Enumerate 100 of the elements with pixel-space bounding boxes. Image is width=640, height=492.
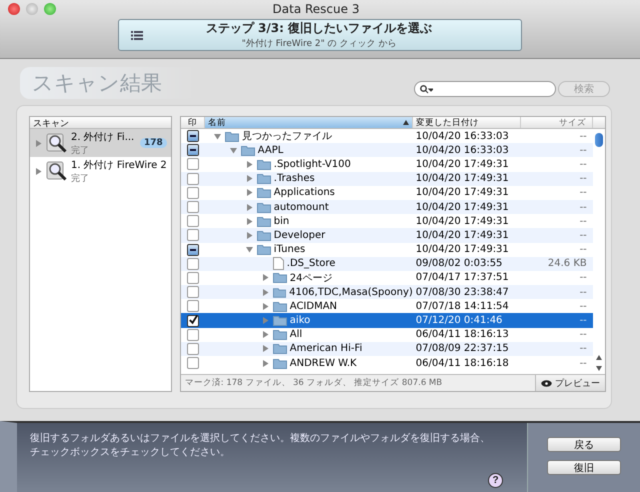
magnifier-drive-icon [46, 160, 68, 182]
document-icon [272, 257, 284, 270]
checkbox[interactable] [186, 286, 199, 298]
checkbox[interactable] [186, 201, 199, 214]
disclosure-triangle-icon[interactable] [260, 360, 270, 367]
file-name: iTunes [274, 244, 306, 256]
disclosure-triangle-icon[interactable] [244, 246, 254, 254]
modified-date: 10/04/20 17:49:31 [414, 216, 510, 227]
file-size: -- [578, 187, 588, 198]
checkbox[interactable] [186, 272, 199, 284]
disclosure-triangle-icon[interactable] [260, 288, 270, 296]
file-name: bin [274, 216, 290, 227]
disclosure-triangle-icon[interactable] [244, 189, 254, 196]
scroll-arrows-icon[interactable] [594, 354, 603, 372]
scan-item[interactable]: 1. 外付け FireWire 2 完了 [30, 157, 171, 185]
modified-date: 07/12/20 0:41:46 [414, 315, 504, 326]
disclosure-triangle-icon[interactable] [260, 345, 270, 352]
disclosure-triangle-icon[interactable] [244, 204, 254, 211]
modified-date: 10/04/20 17:49:31 [414, 158, 510, 170]
checkbox[interactable] [186, 300, 199, 312]
search-icon [420, 84, 433, 94]
checkbox[interactable] [186, 229, 199, 242]
action-button[interactable]: 戻る [547, 437, 621, 452]
file-name: 24ページ [290, 272, 333, 285]
close-button[interactable] [8, 3, 20, 15]
scan-status: 完了 [71, 144, 90, 156]
instruction-text: 復旧するフォルダあるいはファイルを選択してください。複数のファイルやフォルダを復旧する場合、チェックボックスをチェックしてください。 [30, 433, 490, 458]
modified-date: 06/04/11 18:16:18 [414, 358, 510, 369]
checkbox[interactable] [186, 158, 199, 170]
disclosure-triangle-icon[interactable] [244, 218, 254, 225]
file-size: -- [578, 329, 588, 340]
file-size: -- [578, 286, 588, 298]
file-size: -- [578, 202, 588, 213]
disclosure-triangle-icon[interactable] [212, 132, 222, 140]
folder-icon [272, 286, 286, 298]
search-field[interactable] [414, 81, 556, 97]
disclosure-triangle-icon[interactable] [34, 140, 43, 146]
file-size: 24.6 KB [546, 258, 588, 270]
folder-icon [272, 343, 287, 354]
checkbox[interactable] [186, 357, 199, 370]
file-size: -- [578, 230, 588, 241]
checkbox[interactable] [186, 314, 199, 327]
disclosure-triangle-icon[interactable] [228, 146, 238, 154]
file-name: Applications [274, 187, 335, 198]
disclosure-triangle-icon[interactable] [244, 175, 254, 182]
file-name: ANDREW W.K [290, 358, 357, 369]
file-name: Developer [274, 230, 326, 241]
zoom-button[interactable] [44, 3, 56, 15]
file-count-badge: 178 [140, 138, 167, 148]
disclosure-triangle-icon[interactable] [244, 232, 254, 239]
file-size: -- [578, 130, 588, 142]
modified-date: 10/04/20 17:49:31 [414, 202, 510, 213]
sort-arrow-icon [402, 120, 409, 125]
modified-date: 07/08/30 23:38:47 [414, 286, 510, 298]
file-size: -- [578, 358, 588, 369]
file-size: -- [578, 300, 588, 312]
checkbox[interactable] [186, 172, 199, 185]
modified-date: 10/04/20 17:49:31 [414, 173, 510, 184]
column-header[interactable]: 名前 [204, 117, 413, 128]
modified-date: 10/04/20 16:33:03 [414, 144, 510, 156]
list-icon [131, 30, 143, 40]
checkbox[interactable] [186, 342, 199, 355]
modified-date: 07/07/18 14:11:54 [414, 300, 510, 312]
disclosure-triangle-icon[interactable] [34, 168, 43, 174]
scan-status: 完了 [71, 172, 90, 184]
status-text: マーク済: 178 ファイル、 36 フォルダ、 推定サイズ 807.6 MB [184, 377, 444, 389]
file-name: All [290, 329, 302, 340]
file-size: -- [578, 173, 588, 184]
column-header[interactable]: サイズ [520, 117, 593, 128]
eye-icon [540, 380, 552, 386]
file-size: -- [578, 315, 588, 326]
disclosure-triangle-icon[interactable] [260, 302, 270, 310]
checkbox[interactable] [186, 186, 199, 199]
help-button[interactable]: ? [488, 473, 503, 488]
disclosure-triangle-icon[interactable] [260, 274, 270, 282]
action-button[interactable]: 復旧 [547, 460, 621, 475]
modified-date: 10/04/20 17:49:31 [414, 230, 510, 241]
file-size: -- [578, 158, 588, 170]
column-header[interactable]: 変更した日付け [412, 117, 521, 128]
checkbox[interactable] [186, 215, 199, 228]
modified-date: 07/04/17 17:37:51 [414, 272, 510, 284]
disclosure-triangle-icon[interactable] [244, 160, 254, 168]
file-name: automount [274, 202, 329, 213]
file-size: -- [578, 272, 588, 284]
checkbox[interactable] [186, 258, 199, 270]
modified-date: 10/04/20 16:33:03 [414, 130, 510, 142]
file-name: ACIDMAN [290, 300, 338, 312]
modified-date: 09/08/02 0:03:55 [414, 258, 504, 270]
file-name: aiko [290, 315, 310, 326]
file-size: -- [578, 144, 588, 156]
modified-date: 10/04/20 17:49:31 [414, 187, 510, 198]
preview-button[interactable]: プレビュー [534, 375, 605, 391]
scroll-thumb[interactable] [594, 133, 603, 147]
disclosure-triangle-icon[interactable] [260, 331, 270, 338]
file-size: -- [578, 216, 588, 227]
checkbox[interactable] [186, 328, 199, 341]
modified-date: 07/08/09 22:37:15 [414, 343, 510, 354]
window-title: Data Rescue 3 [272, 2, 360, 16]
file-name: AAPL [258, 144, 284, 156]
step-title: ステップ 3/3: 復旧したいファイルを選ぶ [204, 20, 434, 37]
